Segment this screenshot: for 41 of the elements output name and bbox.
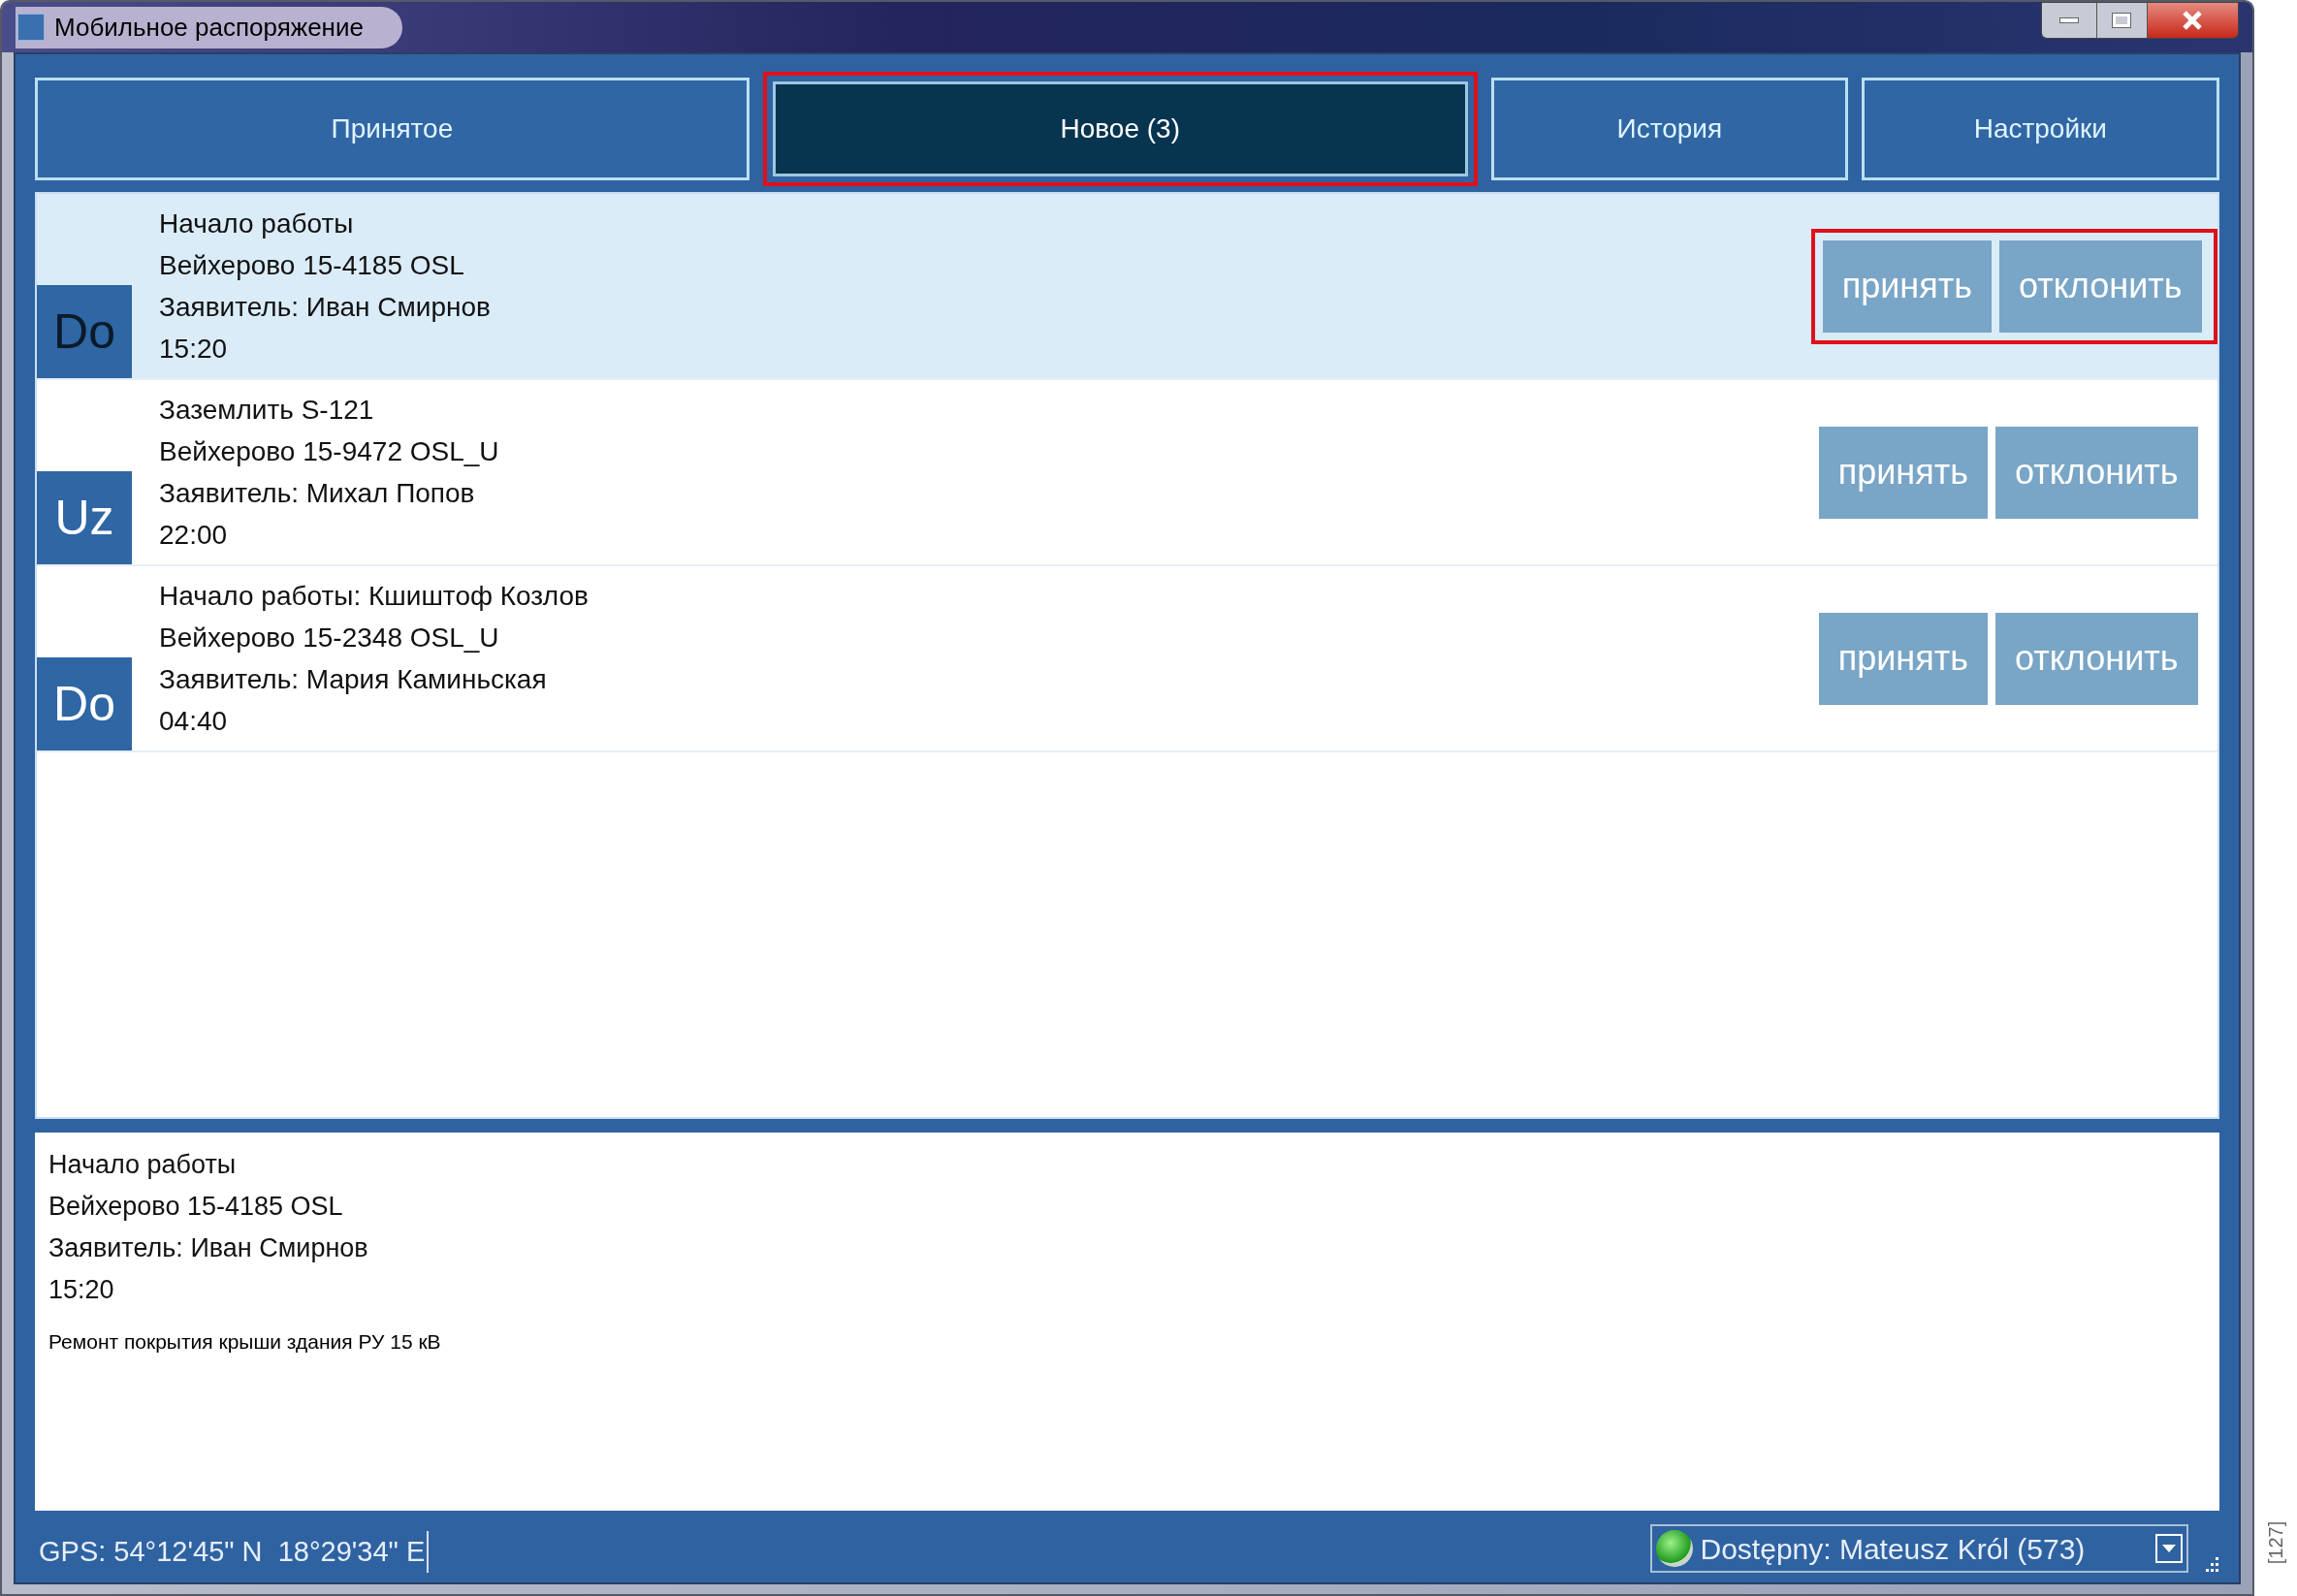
- gps-coordinates: GPS: 54°12'45" N 18°29'34" E: [39, 1530, 430, 1573]
- details-text: Начало работы: [48, 1149, 238, 1181]
- details-text: Вейхерово 15-4185 OSL: [48, 1191, 344, 1223]
- tab[interactable]: История: [1490, 78, 1849, 180]
- figure-reference: [127]: [2263, 1520, 2287, 1565]
- order-text: Вейхерово 15-9472 OSL_U: [159, 435, 500, 468]
- order-text: Заявитель: Михал Попов: [159, 477, 476, 510]
- window-title: Мобильное распоряжение: [54, 11, 364, 44]
- status-dropdown[interactable]: Dostępny: Mateusz Król (573): [1649, 1524, 2188, 1573]
- accept-button[interactable]: принять: [1818, 426, 1988, 519]
- tab[interactable]: Настройки: [1862, 78, 2219, 180]
- details-description: Ремонт покрытия крыши здания РУ 15 кВ: [48, 1329, 442, 1355]
- order-row[interactable]: Do Начало работы Вейхерово 15-4185 OSL Заявитель: Иван Смирнов 15:20 принять отклонить: [37, 194, 2217, 380]
- type-badge: Do: [37, 285, 132, 378]
- order-text: Вейхерово 15-2348 OSL_U: [159, 622, 500, 654]
- order-text: Заявитель: Мария Каминьская: [159, 663, 548, 696]
- minimize-button[interactable]: [2041, 3, 2096, 38]
- close-button[interactable]: [2146, 3, 2238, 38]
- caret-icon: [2154, 1534, 2183, 1563]
- reject-button[interactable]: отклонить: [1998, 239, 2202, 333]
- order-text: 15:20: [159, 333, 229, 366]
- order-text: Заявитель: Иван Смирнов: [159, 291, 492, 324]
- tab[interactable]: Новое (3): [772, 81, 1468, 176]
- reject-button[interactable]: отклонить: [1994, 426, 2198, 519]
- tab[interactable]: Принятое: [35, 78, 750, 180]
- order-text: Начало работы: Кшиштоф Козлов: [159, 580, 590, 613]
- type-badge: Do: [37, 657, 132, 750]
- order-text: Вейхерово 15-4185 OSL: [159, 249, 465, 282]
- reject-button[interactable]: отклонить: [1994, 612, 2198, 705]
- details-text: 15:20: [48, 1274, 115, 1306]
- order-text: Заземлить S-121: [159, 394, 375, 427]
- accept-button[interactable]: принять: [1818, 612, 1988, 705]
- order-text: 04:40: [159, 705, 229, 738]
- order-text: 22:00: [159, 519, 229, 552]
- order-text: Начало работы: [159, 207, 355, 240]
- type-badge: Uz: [37, 471, 132, 564]
- app-logo-icon: [17, 14, 45, 41]
- details-text: Заявитель: Иван Смирнов: [48, 1232, 369, 1264]
- close-icon: [2182, 11, 2203, 30]
- accept-button[interactable]: принять: [1822, 239, 1992, 333]
- maximize-button[interactable]: [2095, 3, 2147, 38]
